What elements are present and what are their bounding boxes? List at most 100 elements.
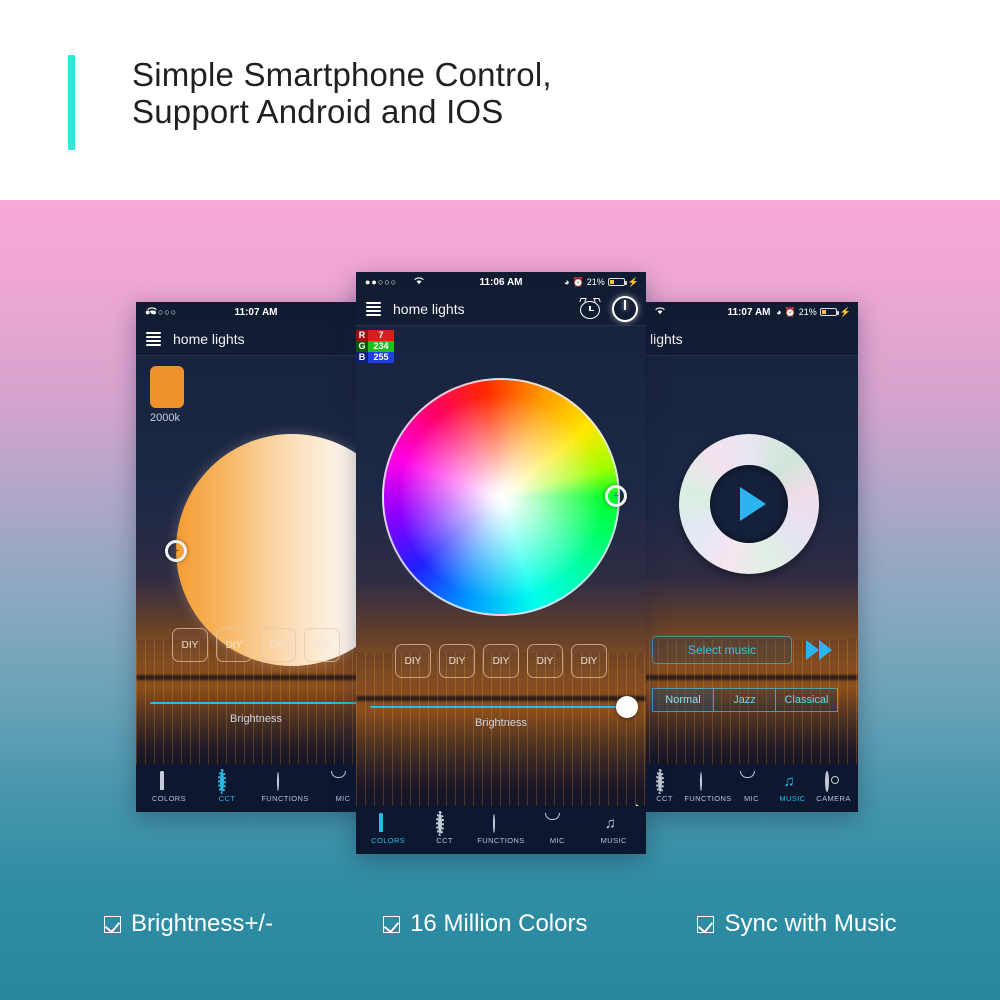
hamburger-menu-icon[interactable]: [146, 331, 161, 346]
screen-content: Select music Normal Jazz Classical CCT F…: [640, 356, 858, 812]
nav-label: CCT: [436, 836, 453, 845]
diy-button[interactable]: DIY: [260, 628, 296, 662]
genre-tabs: Normal Jazz Classical: [652, 688, 838, 712]
cd-disc-icon[interactable]: [679, 434, 819, 574]
hamburger-menu-icon[interactable]: [366, 301, 381, 316]
nav-item-music[interactable]: ♫ MUSIC: [591, 815, 637, 845]
wifi-icon: [413, 276, 425, 288]
nav-item-mic[interactable]: MIC: [534, 815, 580, 845]
bottom-nav: COLORS CCT FUNCTIONS MIC: [136, 764, 376, 812]
app-title: home lights: [393, 300, 465, 317]
cct-picker-handle[interactable]: [165, 540, 187, 562]
app-title: lights: [650, 330, 683, 347]
nav-item-camera[interactable]: CAMERA: [813, 771, 854, 803]
alarm-small-icon: ⏰: [784, 306, 796, 317]
nav-label: COLORS: [371, 836, 406, 845]
genre-tab-jazz[interactable]: Jazz: [714, 688, 776, 712]
nav-label: MIC: [549, 836, 565, 845]
music-note-icon: ♫: [604, 815, 616, 832]
battery-percent: 21%: [586, 277, 605, 287]
hatched-circle-icon: [492, 814, 510, 833]
checkbox-checked-icon: [383, 915, 401, 933]
diy-preset-row: DIY DIY DIY DIY DIY: [356, 644, 646, 678]
feature-item: Brightness+/-: [104, 910, 273, 938]
battery-icon: [819, 308, 839, 316]
nav-item-cct[interactable]: CCT: [204, 771, 250, 803]
bottom-nav: COLORS CCT FUNCTIONS MIC ♫ MUSIC: [356, 806, 646, 854]
music-note-icon: ♫: [783, 773, 795, 790]
diy-button[interactable]: DIY: [216, 628, 252, 662]
battery-percent: 21%: [798, 307, 817, 317]
feature-list: Brightness+/- 16 Million Colors Sync wit…: [0, 910, 1000, 938]
hatched-circle-icon: [276, 772, 294, 791]
diy-button[interactable]: DIY: [439, 644, 475, 678]
diy-button[interactable]: DIY: [395, 644, 431, 678]
color-wheel-picker[interactable]: [382, 378, 627, 616]
page-title-line2: Support Android and IOS: [132, 93, 504, 130]
fast-forward-icon[interactable]: [806, 640, 832, 660]
diy-button[interactable]: DIY: [483, 644, 519, 678]
header-banner: Simple Smartphone Control, Support Andro…: [0, 0, 1000, 200]
rotation-lock-icon: ◕: [776, 307, 782, 317]
genre-tab-normal[interactable]: Normal: [652, 688, 714, 712]
nav-item-colors[interactable]: COLORS: [365, 813, 411, 845]
rgb-label-g: G: [356, 341, 368, 352]
rainbow-icon: [379, 813, 397, 833]
nav-label: MIC: [335, 794, 351, 803]
diy-preset-row: DIY DIY DIY DIY: [136, 628, 376, 662]
camera-icon: [824, 771, 843, 792]
cct-kelvin-label: 2000k: [150, 412, 180, 424]
nav-item-functions[interactable]: FUNCTIONS: [261, 772, 308, 803]
brightness-slider[interactable]: Brightness: [136, 702, 376, 725]
phone-screenshot-colors: ●●○○○ 11:06 AM ◕ ⏰ 21% ⚡ home lights R 7…: [356, 272, 646, 854]
cct-color-swatch[interactable]: [150, 366, 184, 408]
sun-icon: [436, 813, 454, 834]
feature-item: Sync with Music: [697, 910, 897, 938]
nav-item-music[interactable]: ♫ MUSIC: [772, 773, 813, 803]
gradient-stage: ●●○○○ 11:07 AM home lights 2000k DIY DIY…: [0, 200, 1000, 1000]
diy-button[interactable]: DIY: [172, 628, 208, 662]
nav-item-cct[interactable]: CCT: [422, 813, 468, 845]
nav-item-colors[interactable]: COLORS: [146, 771, 192, 803]
charging-icon: ⚡: [627, 276, 639, 287]
nav-label: CAMERA: [816, 794, 851, 803]
screen-content: 2000k DIY DIY DIY DIY Brightness COLORS: [136, 356, 376, 812]
select-music-button[interactable]: Select music: [652, 636, 792, 664]
nav-label: CCT: [656, 794, 673, 803]
microphone-icon: [743, 773, 761, 791]
nav-item-functions[interactable]: FUNCTIONS: [477, 814, 524, 845]
diy-button[interactable]: DIY: [304, 628, 340, 662]
nav-item-mic[interactable]: MIC: [731, 773, 772, 803]
nav-item-cct[interactable]: CCT: [644, 771, 685, 803]
feature-item: 16 Million Colors: [383, 910, 587, 938]
hatched-circle-icon: [699, 772, 717, 791]
microphone-icon: [334, 773, 352, 791]
status-time: 11:07 AM: [727, 306, 771, 318]
nav-label: MUSIC: [779, 794, 806, 803]
brightness-slider-label: Brightness: [230, 713, 282, 725]
status-bar: 11:07 AM ◕ ⏰ 21% ⚡: [640, 302, 858, 322]
brightness-slider-track[interactable]: [150, 702, 362, 704]
play-triangle-icon[interactable]: [739, 487, 766, 521]
diy-button[interactable]: DIY: [527, 644, 563, 678]
brightness-slider-knob[interactable]: [616, 696, 638, 718]
color-wheel-handle[interactable]: [605, 485, 627, 507]
genre-tab-classical[interactable]: Classical: [776, 688, 838, 712]
brightness-slider[interactable]: Brightness: [356, 696, 646, 729]
nav-item-functions[interactable]: FUNCTIONS: [684, 772, 731, 803]
rgb-readout: R7 G 234 B 255: [356, 330, 394, 363]
power-button-icon[interactable]: [612, 295, 638, 322]
nav-label: CCT: [218, 794, 236, 803]
sun-icon: [656, 771, 674, 792]
brightness-slider-track[interactable]: [370, 696, 638, 718]
brightness-slider-label: Brightness: [475, 717, 527, 729]
microphone-icon: [548, 815, 566, 833]
charging-icon: ⚡: [839, 306, 851, 317]
app-bar: home lights: [136, 322, 376, 356]
alarm-clock-icon[interactable]: [579, 297, 601, 319]
feature-label: 16 Million Colors: [410, 910, 588, 937]
diy-button[interactable]: DIY: [571, 644, 607, 678]
accent-bar: [68, 55, 75, 150]
status-bar: ●●○○○ 11:06 AM ◕ ⏰ 21% ⚡: [356, 272, 646, 292]
rgb-row-blue: B 255: [356, 352, 394, 363]
